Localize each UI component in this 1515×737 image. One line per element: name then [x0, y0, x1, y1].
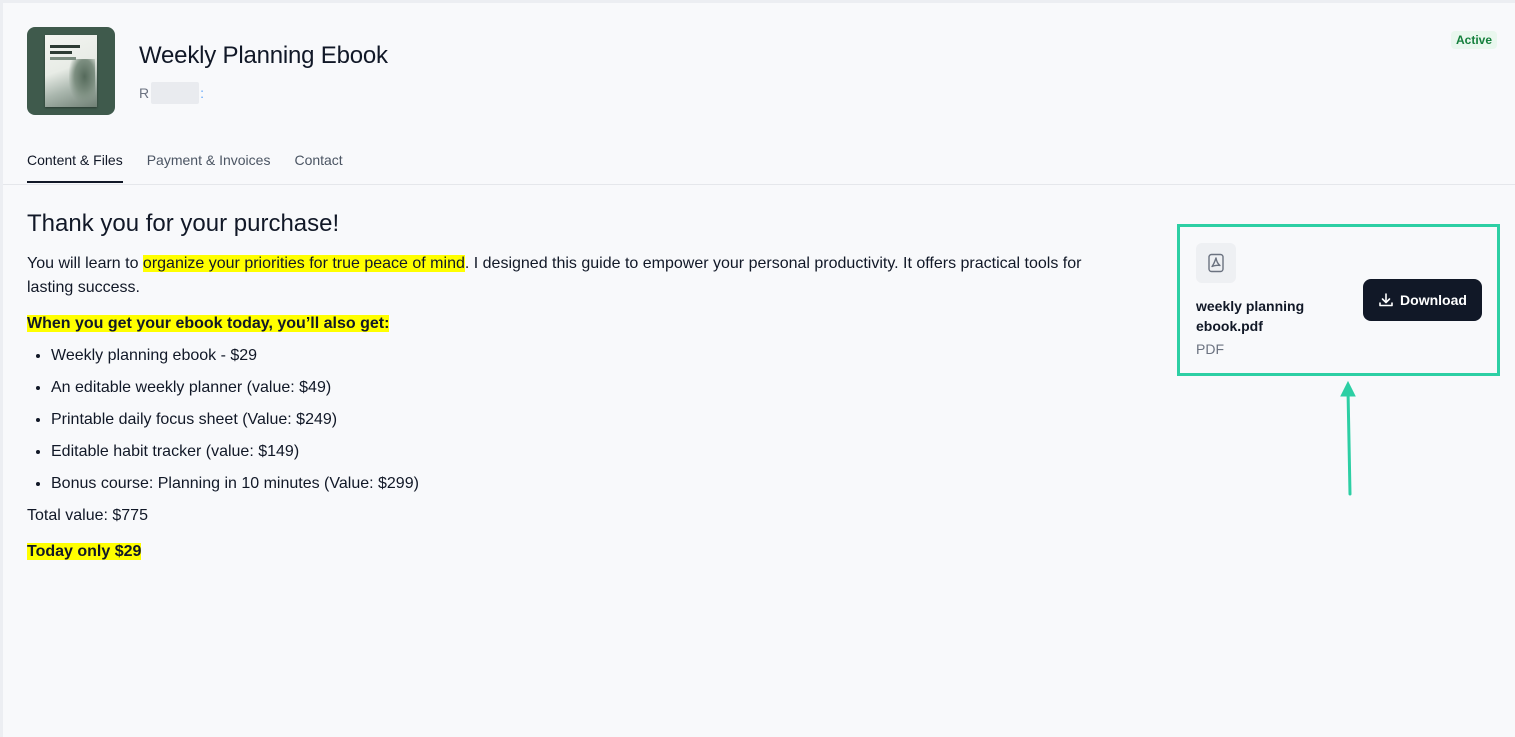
- tab-contact[interactable]: Contact: [294, 152, 342, 183]
- list-item: Bonus course: Planning in 10 minutes (Va…: [51, 472, 1127, 496]
- thank-you-heading: Thank you for your purchase!: [27, 210, 340, 237]
- ebook-cover-image: [45, 35, 97, 107]
- top-border: [0, 0, 1515, 3]
- list-item: Weekly planning ebook - $29: [51, 344, 1127, 368]
- download-icon: [1379, 293, 1393, 307]
- bonus-subheading: When you get your ebook today, you’ll al…: [27, 312, 1127, 336]
- tab-bar: Content & Files Payment & Invoices Conta…: [27, 152, 367, 183]
- tab-content-files[interactable]: Content & Files: [27, 152, 123, 183]
- tab-payment-invoices[interactable]: Payment & Invoices: [147, 152, 271, 183]
- intro-paragraph: You will learn to organize your prioriti…: [27, 252, 1127, 300]
- list-item: An editable weekly planner (value: $49): [51, 376, 1127, 400]
- page-title: Weekly Planning Ebook: [139, 42, 388, 69]
- tabs-divider: [3, 184, 1515, 185]
- left-border: [0, 0, 3, 737]
- seller-redacted-block: [151, 82, 200, 104]
- download-button[interactable]: Download: [1363, 279, 1482, 321]
- pdf-file-icon: [1196, 243, 1236, 283]
- bonus-subheading-text: When you get your ebook today, you’ll al…: [27, 315, 390, 332]
- total-value: Total value: $775: [27, 507, 148, 524]
- seller-name: R :: [139, 82, 204, 104]
- file-name: weekly planning ebook.pdf: [1196, 298, 1305, 334]
- annotation-arrow-icon: [1340, 380, 1356, 496]
- intro-highlight: organize your priorities for true peace …: [142, 255, 465, 272]
- seller-tail: :: [200, 85, 205, 101]
- file-type: PDF: [1196, 341, 1224, 357]
- file-download-card: weekly planning ebook.pdf PDF Download: [1177, 224, 1500, 376]
- seller-initial: R: [139, 85, 150, 101]
- purchase-content: Thank you for your purchase! You will le…: [27, 210, 1127, 564]
- bonus-list: Weekly planning ebook - $29 An editable …: [27, 344, 1127, 496]
- today-price-text: Today only $29: [27, 543, 142, 560]
- today-price: Today only $29: [27, 540, 1127, 564]
- product-thumbnail: [27, 27, 115, 115]
- list-item: Printable daily focus sheet (Value: $249…: [51, 408, 1127, 432]
- intro-text-start: You will learn to: [27, 255, 143, 272]
- list-item: Editable habit tracker (value: $149): [51, 440, 1127, 464]
- download-button-label: Download: [1400, 292, 1467, 308]
- status-badge: Active: [1451, 31, 1498, 49]
